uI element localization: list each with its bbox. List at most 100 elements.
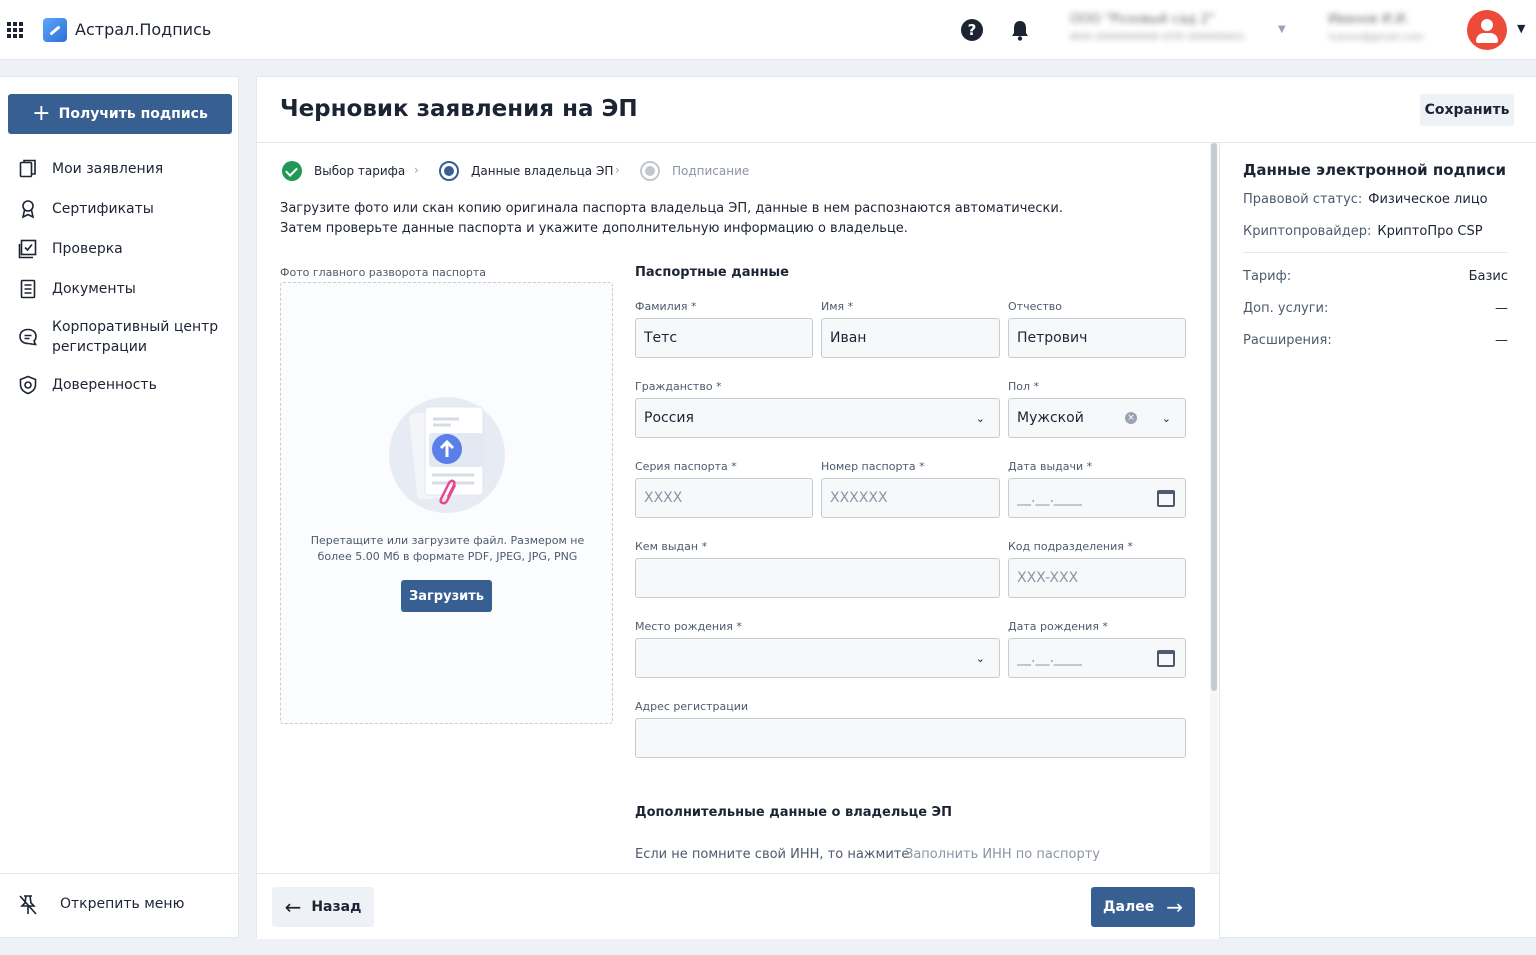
extensions-key: Расширения: [1243,333,1332,348]
issue-date-input[interactable] [1017,490,1177,506]
upload-dropzone[interactable]: Перетащите или загрузите файл. Размером … [280,282,613,724]
chevron-down-icon[interactable]: ⌄ [976,652,985,665]
save-button[interactable]: Сохранить [1420,94,1514,126]
next-label: Далее [1103,899,1155,915]
birth-date-label: Дата рождения * [1008,620,1108,633]
bell-icon[interactable] [1010,19,1030,41]
plus-icon: + [32,101,51,126]
get-signature-button[interactable]: + Получить подпись [8,94,232,134]
divider [1219,143,1220,939]
user-name: Иванов И.И. [1328,12,1410,27]
organization-selector[interactable]: ООО "Розовый сад 2" ИНН 0000000000 КПП 0… [1070,12,1270,52]
extensions-row: Расширения: — [1243,333,1508,348]
divider [257,142,1536,143]
step-signing[interactable]: Подписание [640,161,749,181]
passport-series-input[interactable] [644,490,804,506]
avatar[interactable] [1467,10,1507,50]
sidebar-item-label: Документы [52,281,136,297]
help-icon[interactable]: ? [961,19,983,41]
gender-select[interactable]: Мужской × ⌄ [1008,398,1186,438]
name-field[interactable] [821,318,1000,358]
calendar-icon[interactable] [1157,650,1175,667]
issued-by-field[interactable] [635,558,1000,598]
address-label: Адрес регистрации [635,700,749,713]
check-square-icon [18,239,37,259]
legal-status-row: Правовой статус: Физическое лицо [1243,192,1488,207]
chevron-down-icon[interactable]: ▼ [1517,22,1525,35]
apps-grid-icon[interactable] [7,22,23,38]
sidebar-item-documents[interactable]: Документы [0,279,238,299]
step-tariff[interactable]: Выбор тарифа [282,161,405,181]
passport-number-input[interactable] [830,490,991,506]
name-label: Имя * [821,300,854,313]
app-title[interactable]: Астрал.Подпись [75,20,211,39]
sidebar-item-corporate-center[interactable]: Корпоративный центр регистрации [0,317,238,357]
top-bar: Астрал.Подпись ? ООО "Розовый сад 2" ИНН… [0,0,1536,60]
check-circle-icon [282,161,302,181]
calendar-icon[interactable] [1157,490,1175,507]
document-lines-icon [20,279,36,299]
fill-inn-link[interactable]: Заполнить ИНН по паспорту [905,847,1100,862]
issued-by-input[interactable] [644,570,991,586]
sidebar-item-certificates[interactable]: Сертификаты [0,199,238,219]
passport-section-title: Паспортные данные [635,265,790,280]
passport-series-label: Серия паспорта * [635,460,737,473]
address-input[interactable] [644,730,1177,746]
unpin-menu-label: Открепить меню [60,896,185,912]
clear-icon[interactable]: × [1125,412,1137,424]
surname-input[interactable] [644,330,804,346]
sidebar-item-verification[interactable]: Проверка [0,239,238,259]
crypto-provider-key: Криптопровайдер: [1243,224,1372,239]
upload-button[interactable]: Загрузить [401,580,492,612]
sidebar-item-power-of-attorney[interactable]: Доверенность [0,375,238,395]
user-info[interactable]: Иванов И.И. ivanov@gmail.com [1328,12,1458,52]
sidebar-item-label: Доверенность [52,377,157,393]
unpin-menu[interactable]: Открепить меню [0,873,238,937]
citizenship-select[interactable]: Россия ⌄ [635,398,1000,438]
chevron-right-icon: › [414,163,419,177]
sidebar-item-label: Корпоративный центр регистрации [52,319,219,355]
address-field[interactable] [635,718,1186,758]
patronymic-input[interactable] [1017,330,1177,346]
issue-date-field[interactable] [1008,478,1186,518]
next-button[interactable]: Далее → [1091,887,1195,927]
main-card: Черновик заявления на ЭП Сохранить Выбор… [256,76,1536,939]
birth-date-input[interactable] [1017,650,1177,666]
sidebar-item-applications[interactable]: Мои заявления [0,159,238,179]
passport-number-label: Номер паспорта * [821,460,925,473]
chevron-down-icon[interactable]: ▼ [1278,24,1288,35]
division-code-label: Код подразделения * [1008,540,1133,553]
extra-services-row: Доп. услуги: — [1243,301,1508,316]
intro-line: Загрузите фото или скан копию оригинала … [280,201,1063,216]
chevron-down-icon[interactable]: ⌄ [1162,412,1171,425]
step-owner-data[interactable]: Данные владельца ЭП [439,161,613,181]
surname-field[interactable] [635,318,813,358]
patronymic-label: Отчество [1008,300,1063,313]
division-code-input[interactable] [1017,570,1177,586]
upload-file-icon [389,397,505,513]
division-code-field[interactable] [1008,558,1186,598]
birth-date-field[interactable] [1008,638,1186,678]
back-button[interactable]: ← Назад [272,887,374,927]
sidebar-item-label: Сертификаты [52,201,154,217]
passport-series-field[interactable] [635,478,813,518]
chevron-down-icon[interactable]: ⌄ [976,412,985,425]
scrollbar-thumb[interactable] [1211,143,1217,691]
citizenship-label: Гражданство * [635,380,722,393]
signature-data-title: Данные электронной подписи [1243,161,1506,179]
award-icon [21,200,35,219]
passport-number-field[interactable] [821,478,1000,518]
patronymic-field[interactable] [1008,318,1186,358]
name-input[interactable] [830,330,991,346]
back-label: Назад [311,899,362,915]
unpin-icon [19,895,37,915]
arrow-right-icon: → [1166,895,1183,919]
organization-details: ИНН 0000000000 КПП 000000001 [1070,32,1246,43]
birth-place-select[interactable]: ⌄ [635,638,1000,678]
chat-icon [19,328,37,346]
crypto-provider-value: КриптоПро CSP [1377,224,1483,239]
tariff-value: Базис [1468,269,1508,284]
page-title: Черновик заявления на ЭП [280,96,638,122]
step-label: Подписание [672,164,750,178]
active-step-icon [439,161,459,181]
